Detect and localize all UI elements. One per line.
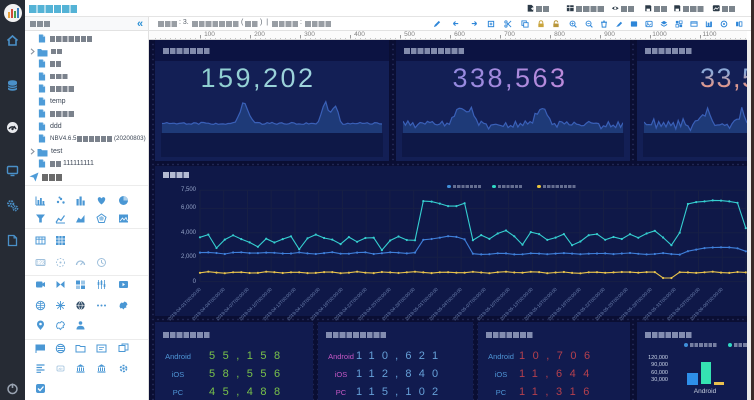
svg-text:123: 123 <box>36 260 45 266</box>
svg-text:ab: ab <box>59 367 63 371</box>
